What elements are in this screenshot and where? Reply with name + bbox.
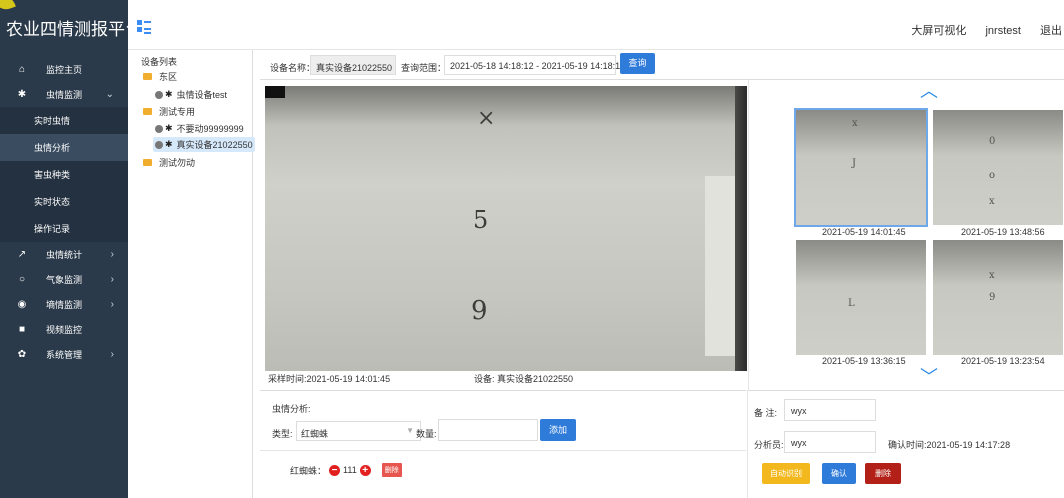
analysis-title: 虫情分析: (272, 404, 311, 414)
tree-header: 设备列表 (141, 57, 178, 67)
folder-icon (143, 108, 152, 115)
thumbnail-time: 2021-05-19 14:01:45 (822, 227, 906, 237)
top-bar: 农业四情测报平台 大屏可视化 jnrstest 退出 (0, 0, 1064, 50)
sidebar-item-realtime-pest[interactable]: 实时虫情 (0, 107, 128, 134)
chart-icon: ↗ (17, 249, 27, 260)
username-link[interactable]: jnrstest (985, 25, 1020, 37)
chevron-right-icon: › (110, 274, 114, 285)
sidebar-item-pest-stats[interactable]: ↗ 虫情统计 › (0, 242, 128, 267)
thumbnail-time: 2021-05-19 13:48:56 (961, 227, 1045, 237)
pest-name: 红蜘蛛： (290, 465, 327, 476)
chevron-right-icon: › (110, 349, 114, 360)
status-dot-icon (155, 124, 163, 133)
confirm-button[interactable]: 确认 (822, 463, 856, 484)
delete-button[interactable]: 删除 (865, 463, 901, 484)
auto-recognize-button[interactable]: 自动识别 (762, 463, 810, 484)
add-button[interactable]: 添加 (540, 419, 576, 441)
gear-icon: ✿ (17, 349, 27, 360)
thumbnail-image[interactable]: x9 (933, 240, 1063, 355)
minus-circle-icon[interactable]: − (329, 464, 341, 476)
sidebar-item-pest-species[interactable]: 害虫种类 (0, 161, 128, 188)
pest-analysis-panel: 虫情分析: 类型: 红蜘蛛 ▼ 数量: 添加 红蜘蛛： − 111 + 删除 (260, 390, 746, 498)
confirm-form: 备 注: wyx 分析员: wyx 确认时间:2021-05-19 14:17:… (747, 390, 1064, 498)
status-dot-icon (155, 140, 163, 149)
plus-circle-icon[interactable]: + (359, 464, 371, 476)
quantity-input[interactable] (438, 419, 538, 441)
brand-area: 农业四情测报平台 (0, 0, 142, 50)
range-field[interactable]: 2021-05-18 14:18:12 - 2021-05-19 14:18:1… (444, 55, 625, 75)
type-select[interactable]: 红蜘蛛 ▼ (296, 421, 421, 441)
thumbnail-time: 2021-05-19 13:23:54 (961, 356, 1045, 366)
device-name-field[interactable]: 真实设备21022550 (310, 55, 396, 75)
sidebar-item-soil[interactable]: ◉ 墒情监测 › (0, 292, 128, 317)
thumbnail-image[interactable]: xJ (794, 108, 928, 227)
device-tree-panel: 设备列表 东区 ✱ 虫情设备test 测试专用 ✱ 不要动99999999 ✱ 真实设… (135, 50, 255, 498)
tree-node-test-no-move[interactable]: 测试勿动 (143, 156, 195, 169)
analyst-label: 分析员: (754, 440, 784, 450)
chevron-right-icon: › (110, 299, 114, 310)
quantity-label: 数量: (416, 429, 437, 439)
confirm-time-text: 确认时间:2021-05-19 14:17:28 (888, 440, 1011, 450)
chevron-up-icon[interactable]: ︿ (917, 82, 941, 100)
weather-icon: ○ (18, 274, 26, 285)
filter-bar: 设备名称： 真实设备21022550 查询范围： 2021-05-18 14:1… (260, 50, 1064, 80)
home-icon: ⌂ (18, 64, 26, 75)
video-icon: ■ (18, 324, 26, 335)
bug-icon: ✱ (17, 89, 27, 100)
query-button[interactable]: 查询 (620, 53, 655, 74)
chevron-right-icon: › (110, 249, 114, 260)
sidebar-item-video[interactable]: ■ 视频监控 (0, 317, 128, 342)
bug-icon: ✱ (165, 123, 173, 133)
logout-link[interactable]: 退出 (1040, 25, 1062, 37)
status-dot-icon (155, 90, 163, 99)
divider (260, 450, 746, 451)
device-caption: 设备: 真实设备21022550 (474, 374, 574, 384)
thumbnail-image[interactable]: L (796, 240, 926, 355)
sidebar-item-home[interactable]: ⌂ 监控主页 (0, 57, 128, 82)
main-trap-image[interactable]: × 5 9 (265, 86, 747, 371)
tree-node-device-test[interactable]: ✱ 虫情设备test (155, 88, 227, 101)
sidebar-item-pest-monitor[interactable]: ✱ 虫情监测 ⌄ (0, 82, 128, 107)
caret-down-icon: ▼ (406, 426, 414, 435)
bug-icon: ✱ (165, 139, 173, 149)
menu-toggle-icon[interactable] (137, 20, 151, 34)
big-screen-link[interactable]: 大屏可视化 (911, 25, 966, 37)
sidebar: ⌂ 监控主页 ✱ 虫情监测 ⌄ 实时虫情 虫情分析 害虫种类 实时状态 操作记录 ↗ 虫… (0, 50, 128, 498)
type-label: 类型: (272, 429, 293, 439)
soil-icon: ◉ (17, 299, 27, 310)
app-title: 农业四情测报平台 (6, 20, 142, 39)
sidebar-item-weather[interactable]: ○ 气象监测 › (0, 267, 128, 292)
tree-node-east[interactable]: 东区 (143, 70, 177, 83)
bug-icon: ✱ (165, 89, 173, 99)
chevron-down-icon[interactable]: ﹀ (917, 368, 941, 386)
sidebar-item-realtime-status[interactable]: 实时状态 (0, 188, 128, 215)
pest-entry: 红蜘蛛： − 111 + 删除 (290, 463, 402, 477)
device-name-label: 设备名称： (270, 63, 316, 73)
folder-icon (143, 73, 152, 80)
note-input[interactable]: wyx (784, 399, 876, 421)
folder-icon (143, 159, 152, 166)
delete-entry-button[interactable]: 删除 (381, 463, 402, 477)
sidebar-item-operation-log[interactable]: 操作记录 (0, 215, 128, 242)
thumbnail-image[interactable]: 0ox (933, 110, 1063, 225)
leaf-logo-icon (0, 0, 16, 13)
sidebar-item-system[interactable]: ✿ 系统管理 › (0, 342, 128, 367)
tree-node-dont-touch[interactable]: ✱ 不要动99999999 (155, 122, 244, 135)
top-links: 大屏可视化 jnrstest 退出 (911, 22, 1064, 38)
sample-time-text: 采样时间:2021-05-19 14:01:45 (268, 374, 391, 384)
thumbnail-panel: ︿ xJ 2021-05-19 14:01:45 0ox 2021-05-19 … (748, 80, 1064, 390)
tree-node-test-dedicated[interactable]: 测试专用 (143, 105, 195, 118)
tree-node-real-device[interactable]: ✱ 真实设备21022550 (153, 137, 255, 152)
chevron-down-icon: ⌄ (105, 89, 114, 100)
analyst-input[interactable]: wyx (784, 431, 876, 453)
sidebar-item-pest-analysis[interactable]: 虫情分析 (0, 134, 128, 161)
pest-count: 111 (343, 465, 357, 475)
note-label: 备 注: (754, 408, 778, 418)
thumbnail-time: 2021-05-19 13:36:15 (822, 356, 906, 366)
range-label: 查询范围： (401, 63, 447, 73)
